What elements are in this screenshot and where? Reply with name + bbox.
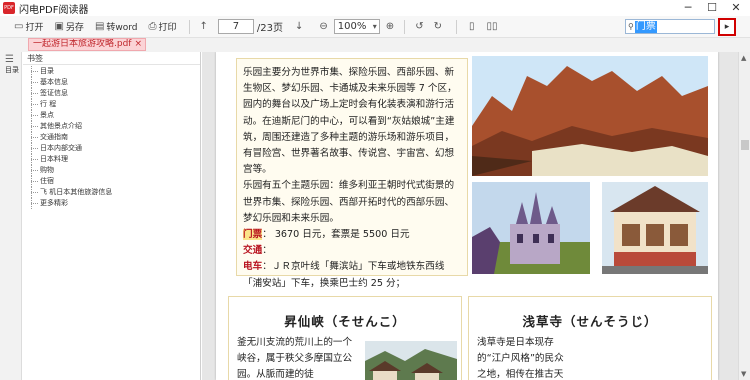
pdf-page: 乐园主要分为世界市集、探险乐园、西部乐园、新生物区、梦幻乐园、卡通城及未来乐园等… <box>216 52 718 380</box>
chevron-down-icon: ▾ <box>372 22 377 31</box>
folder-icon: ▭ <box>14 21 24 32</box>
bookmark-item[interactable]: 日本料理 <box>27 154 197 165</box>
search-icon: ⚲ <box>628 22 634 31</box>
arrow-down-icon: ↓ <box>295 21 304 32</box>
title-bar: PDF 闪电PDF阅读器 <box>0 0 750 16</box>
search-next-button[interactable]: ▸ <box>718 18 736 36</box>
to-word-button[interactable]: ▤ 转word <box>95 18 138 36</box>
zoom-in-button[interactable]: ⊕ <box>386 18 396 36</box>
scroll-down-icon[interactable]: ▼ <box>741 370 746 378</box>
traffic-line: 交通： <box>243 243 461 259</box>
zoom-group: 100% ▾ <box>333 18 380 36</box>
scroll-up-icon[interactable]: ▲ <box>741 54 746 62</box>
bookmark-item[interactable]: 购物 <box>27 165 197 176</box>
printer-icon: ⎙ <box>148 21 157 32</box>
save-as-label: 另存 <box>65 23 84 33</box>
toolbar-divider <box>188 19 190 34</box>
card-text: 浅草寺是日本现存的“江户风格”的民众之地，相传在推古天 <box>477 337 564 380</box>
train-line: 电车：ＪＲ京叶线「舞滨站」下车或地铁东西线「浦安站」下车，换乘巴士约 25 分； <box>243 259 461 291</box>
zoom-in-icon: ⊕ <box>385 21 395 32</box>
zoom-out-button[interactable]: ⊖ <box>319 18 329 36</box>
save-icon: ▣ <box>54 21 64 32</box>
bookmark-item[interactable]: 日本内部交通 <box>27 143 197 154</box>
rotate-right-icon: ↻ <box>433 21 442 32</box>
village-photo <box>365 341 457 380</box>
ticket-text: ： 3670 日元，套票是 5500 日元 <box>262 229 410 241</box>
tab-close-icon[interactable]: × <box>134 39 142 50</box>
single-page-icon: ▯ <box>468 21 475 32</box>
maximize-button[interactable]: ☐ <box>700 0 724 16</box>
toc-icon[interactable]: ☰ <box>5 54 21 65</box>
toolbar-divider <box>404 19 406 34</box>
card-title: 昇仙峡（そせんこ） <box>284 314 406 329</box>
minimize-button[interactable]: ─ <box>676 0 700 16</box>
zoom-out-icon: ⊖ <box>319 21 328 32</box>
attraction-card: 昇仙峡（そせんこ） 釜无川支流的荒川上的一个峡谷，属于秩父多摩国立公园。从脈而建… <box>228 296 462 380</box>
next-page-button[interactable]: ↓ <box>295 18 305 36</box>
tab-document[interactable]: 一起游日本旅游攻略.pdf × <box>28 38 146 51</box>
page-number-input[interactable]: 7 <box>217 19 254 34</box>
double-page-view-button[interactable]: ▯▯ <box>486 18 499 36</box>
bookmark-item[interactable]: 住宿 <box>27 176 197 187</box>
to-word-label: 转word <box>106 23 138 33</box>
bookmark-item[interactable]: 签证信息 <box>27 88 197 99</box>
bookmark-item[interactable]: 景点 <box>27 110 197 121</box>
open-label: 打开 <box>25 23 44 33</box>
paragraph-themes: 乐园有五个主题乐园：维多利亚王朝时代式街景的世界市集、探险乐园、西部开拓时代的西… <box>243 180 455 224</box>
scroll-thumb[interactable] <box>741 140 749 150</box>
zoom-select[interactable]: 100% ▾ <box>333 19 380 34</box>
page-total: /23页 <box>256 23 284 34</box>
traffic-text: ： <box>262 245 272 257</box>
print-button[interactable]: ⎙ 打印 <box>149 18 177 36</box>
bookmark-item[interactable]: 更多精彩 <box>27 198 197 209</box>
toc-label: 目录 <box>5 66 19 74</box>
bookmark-item[interactable]: 目录 <box>27 66 197 77</box>
rotate-left-button[interactable]: ↺ <box>415 18 425 36</box>
print-label: 打印 <box>158 23 177 33</box>
side-nav-strip: ☰ 目录 <box>0 52 22 380</box>
app-title: 闪电PDF阅读器 <box>19 4 89 16</box>
paragraph-intro: 乐园主要分为世界市集、探险乐园、西部乐园、新生物区、梦幻乐园、卡通城及未来乐园等… <box>243 67 457 176</box>
search-value: 门票 <box>634 20 657 33</box>
rotate-left-icon: ↺ <box>415 21 424 32</box>
single-page-view-button[interactable]: ▯ <box>469 18 477 36</box>
bookmark-item[interactable]: 基本信息 <box>27 77 197 88</box>
vertical-scrollbar[interactable]: ▲ ▼ <box>738 52 750 380</box>
bookmark-item[interactable]: 交通指南 <box>27 132 197 143</box>
save-as-button[interactable]: ▣ 另存 <box>54 18 83 36</box>
bookmark-item[interactable]: 飞 机日本其他旅游信息 <box>27 187 197 198</box>
close-window-button[interactable]: ✕ <box>724 0 748 16</box>
page-input-group: 7 /23页 <box>217 18 284 36</box>
bookmark-item[interactable]: 其他景点介绍 <box>27 121 197 132</box>
app-logo-icon: PDF <box>3 2 15 14</box>
toolbar-divider <box>455 19 457 34</box>
bookmark-header: 书签 <box>23 52 200 65</box>
bookmark-item[interactable]: 行 程 <box>27 99 197 110</box>
card-title: 浅草寺（せんそうじ） <box>522 314 658 329</box>
triangle-right-icon: ▸ <box>724 22 730 32</box>
train-label: 电车 <box>243 261 263 273</box>
train-text: ：ＪＲ京叶线「舞滨站」下车或地铁东西线「浦安站」下车，换乘巴士约 25 分； <box>243 261 445 289</box>
rotate-right-button[interactable]: ↻ <box>434 18 444 36</box>
ticket-label: 门票 <box>243 229 263 241</box>
bookmark-list: 目录 基本信息 签证信息行 程景点 其他景点介绍 交通指南 日本内部交通 日本料理 购物 住宿飞… <box>27 66 197 209</box>
castle-photo <box>472 182 590 274</box>
card-text: 釜无川支流的荒川上的一个峡谷，属于秩父多摩国立公园。从脈而建的徒 <box>237 337 353 380</box>
double-page-icon: ▯▯ <box>486 21 498 32</box>
shop-photo <box>602 182 708 274</box>
arrow-up-icon: ↑ <box>199 21 208 32</box>
open-button[interactable]: ▭ 打开 <box>14 18 43 36</box>
bookmark-panel: 书签 目录 基本信息 签证信息行 程景点 其他景点介绍 交通指南 日本内部交通 日本料理 购物… <box>23 52 201 380</box>
document-viewer[interactable]: 乐园主要分为世界市集、探险乐园、西部乐园、新生物区、梦幻乐园、卡通城及未来乐园等… <box>202 52 738 380</box>
attraction-info-box: 乐园主要分为世界市集、探险乐园、西部乐园、新生物区、梦幻乐园、卡通城及未来乐园等… <box>236 58 468 289</box>
attraction-card: 浅草寺（せんそうじ） 浅草寺是日本现存的“江户风格”的民众之地，相传在推古天 <box>468 296 712 380</box>
ticket-line: 门票： 3670 日元，套票是 5500 日元 <box>243 227 461 243</box>
search-input[interactable]: ⚲ 门票 <box>625 19 715 34</box>
prev-page-button[interactable]: ↑ <box>200 18 210 36</box>
word-icon: ▤ <box>94 21 105 32</box>
tab-filename: 一起游日本旅游攻略.pdf <box>33 39 132 49</box>
traffic-label: 交通 <box>243 245 263 257</box>
mountain-photo <box>472 56 708 176</box>
zoom-value: 100% <box>337 21 367 32</box>
